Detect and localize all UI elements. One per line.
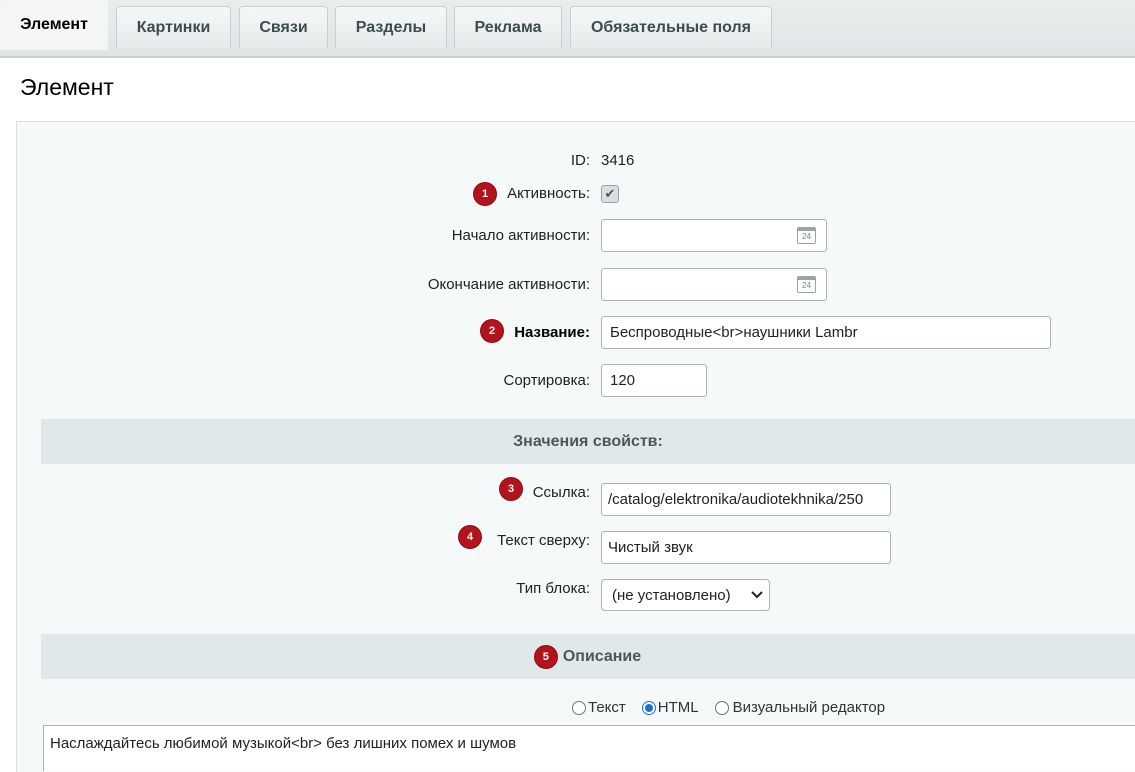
active-from-label: Начало активности: [451, 227, 590, 244]
annotation-badge-5: 5 [534, 645, 557, 668]
active-from-input[interactable]: 24 [601, 219, 827, 252]
calendar-icon[interactable]: 24 [797, 276, 816, 293]
calendar-icon[interactable]: 24 [797, 227, 816, 244]
active-to-label: Окончание активности: [427, 276, 590, 293]
description-mode-group: Текст HTML Визуальный редактор [572, 699, 885, 716]
active-label: Активность: [507, 185, 590, 202]
block-type-label: Тип блока: [516, 580, 590, 597]
link-input[interactable]: /catalog/elektronika/audiotekhnika/250 [601, 483, 891, 516]
tab-sections[interactable]: Разделы [335, 6, 447, 48]
tab-element[interactable]: Элемент [0, 0, 108, 50]
description-header: 5 Описание [41, 634, 1135, 679]
annotation-badge-2: 2 [481, 320, 503, 342]
annotation-badge-3: 3 [500, 478, 522, 500]
name-input[interactable]: Беспроводные<br>наушники Lambr [601, 316, 1051, 349]
page-title: Элемент [20, 74, 114, 100]
block-type-select[interactable]: (не установлено) [601, 579, 770, 611]
description-textarea[interactable]: Наслаждайтесь любимой музыкой<br> без ли… [43, 725, 1135, 771]
radio-html-label: HTML [657, 699, 699, 716]
block-type-value: (не установлено) [612, 586, 731, 604]
text-top-input[interactable]: Чистый звук [601, 531, 891, 564]
active-to-input[interactable]: 24 [601, 268, 827, 301]
radio-visual-editor-label: Визуальный редактор [732, 699, 886, 716]
name-label: Название: [514, 324, 590, 341]
sort-label: Сортировка: [503, 372, 591, 389]
sort-input[interactable]: 120 [601, 364, 707, 397]
radio-text-label: Текст [588, 699, 626, 716]
radio-visual-editor-mode[interactable] [714, 700, 729, 715]
properties-header: Значения свойств: [41, 419, 1135, 464]
tab-bar: Элемент Картинки Связи Разделы Реклама О… [0, 0, 1135, 58]
description-title: Описание [562, 647, 642, 665]
tab-required-fields[interactable]: Обязательные поля [570, 6, 772, 48]
text-top-label: Текст сверху: [497, 532, 590, 549]
link-label: Ссылка: [532, 484, 590, 501]
tab-images[interactable]: Картинки [116, 6, 231, 48]
active-checkbox[interactable]: ✔ [601, 185, 619, 203]
chevron-down-icon [751, 591, 763, 599]
annotation-badge-4: 4 [459, 526, 481, 548]
radio-html-mode[interactable] [641, 700, 656, 715]
id-label: ID: [570, 152, 590, 169]
tab-links[interactable]: Связи [239, 6, 328, 48]
tab-ads[interactable]: Реклама [454, 6, 562, 48]
id-value: 3416 [601, 152, 635, 169]
checkmark-icon: ✔ [604, 186, 616, 201]
annotation-badge-1: 1 [474, 183, 496, 205]
radio-text-mode[interactable] [572, 700, 586, 715]
